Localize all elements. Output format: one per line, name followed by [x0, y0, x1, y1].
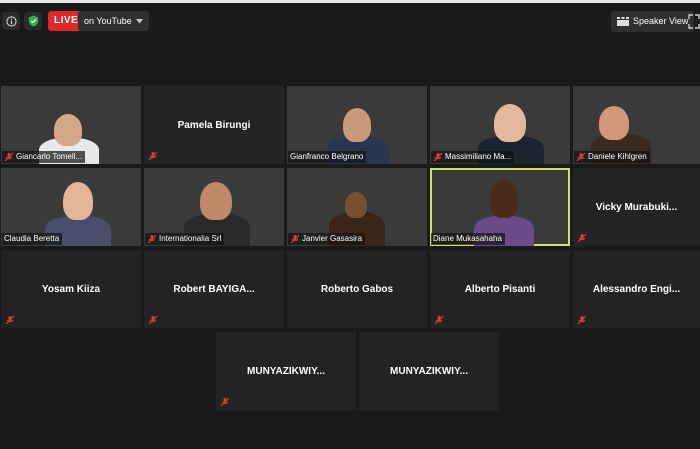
participant-tile[interactable]: Yosam Kiiza [1, 250, 141, 328]
chevron-down-icon [135, 18, 143, 23]
participant-tile[interactable]: Pamela Birungi [144, 86, 284, 164]
participant-face [599, 106, 629, 140]
participant-face [63, 182, 93, 220]
participant-name: Janvier Gasasira [302, 234, 363, 243]
participant-tile[interactable]: Gianfranco Belgrano [287, 86, 427, 164]
participant-tile[interactable]: Alessandro Engi... [573, 250, 700, 328]
muted-mic-icon [220, 397, 230, 407]
participant-name: Yosam Kiiza [41, 283, 101, 295]
speaker-view-label: Speaker View [633, 16, 689, 26]
participant-tile[interactable]: MUNYAZIKWIY... [359, 332, 499, 410]
meeting-top-bar: LIVE on YouTube Speaker View [0, 3, 700, 37]
muted-mic-icon [5, 315, 15, 325]
muted-mic-icon [577, 315, 587, 325]
muted-mic-icon [434, 315, 444, 325]
muted-mic-icon [4, 152, 14, 162]
muted-mic-icon [576, 152, 586, 162]
participant-tile[interactable]: Claudia Beretta [1, 168, 141, 246]
participant-name: Robert BAYIGA... [173, 283, 255, 295]
muted-mic-icon [290, 234, 300, 244]
livestream-label: on YouTube [84, 16, 132, 26]
participant-name-label: Claudia Beretta [2, 233, 63, 245]
participant-name: Roberto Gabos [320, 283, 394, 295]
participant-name-label: Massimiliano Ma... [431, 151, 515, 163]
participant-tile[interactable]: Alberto Pisanti [430, 250, 570, 328]
participant-tile-active-speaker[interactable]: Diane Mukasahaha [430, 168, 570, 246]
participant-name: MUNYAZIKWIY... [247, 365, 325, 377]
fullscreen-icon[interactable] [688, 14, 700, 29]
participant-name-label: Daniele Kihlgren [574, 151, 650, 163]
participant-tile[interactable]: MUNYAZIKWIY... [216, 332, 356, 410]
participant-tile[interactable]: Vicky Murabuki... [573, 168, 700, 246]
participant-name: Giancarlo Tomell... [16, 152, 83, 161]
participant-name-label: Giancarlo Tomell... [2, 151, 86, 163]
participant-name: Internationalia Srl [159, 234, 222, 243]
muted-mic-icon [147, 234, 157, 244]
participant-name-label: Gianfranco Belgrano [288, 151, 367, 163]
participant-name-label: Internationalia Srl [145, 233, 225, 245]
participant-name: Massimiliano Ma... [445, 152, 512, 161]
participant-name: Daniele Kihlgren [588, 152, 647, 161]
participant-name: Alberto Pisanti [464, 283, 536, 295]
participant-name: Claudia Beretta [4, 234, 60, 243]
participant-tile[interactable]: Internationalia Srl [144, 168, 284, 246]
meeting-info-button[interactable] [2, 12, 20, 30]
participant-tile[interactable]: Daniele Kihlgren [573, 86, 700, 164]
muted-mic-icon [148, 151, 158, 161]
info-icon [5, 15, 17, 27]
shield-check-icon [28, 15, 38, 27]
livestream-dropdown[interactable]: on YouTube [78, 11, 149, 31]
participant-tile[interactable]: Massimiliano Ma... [430, 86, 570, 164]
encryption-button[interactable] [24, 12, 42, 30]
participant-face [343, 108, 371, 142]
speaker-view-button[interactable]: Speaker View [611, 11, 695, 32]
participant-face [490, 180, 518, 218]
muted-mic-icon [433, 152, 443, 162]
participant-name: Vicky Murabuki... [595, 201, 678, 213]
participant-face [200, 182, 232, 220]
participant-face [494, 104, 526, 142]
participant-name: MUNYAZIKWIY... [390, 365, 468, 377]
participant-name-label: Janvier Gasasira [288, 233, 366, 245]
participant-tile[interactable]: Janvier Gasasira [287, 168, 427, 246]
participant-name: Alessandro Engi... [592, 283, 681, 295]
muted-mic-icon [148, 315, 158, 325]
participant-tile[interactable]: Roberto Gabos [287, 250, 427, 328]
muted-mic-icon [577, 233, 587, 243]
participant-face [54, 114, 82, 146]
participant-name-label: Diane Mukasahaha [431, 233, 505, 245]
participant-name: Diane Mukasahaha [433, 234, 502, 243]
participant-name: Pamela Birungi [177, 119, 251, 131]
participant-face [345, 192, 367, 218]
speaker-view-icon [617, 17, 629, 26]
participant-tile[interactable]: Robert BAYIGA... [144, 250, 284, 328]
participant-tile[interactable]: Giancarlo Tomell... [1, 86, 141, 164]
participant-name: Gianfranco Belgrano [290, 152, 364, 161]
